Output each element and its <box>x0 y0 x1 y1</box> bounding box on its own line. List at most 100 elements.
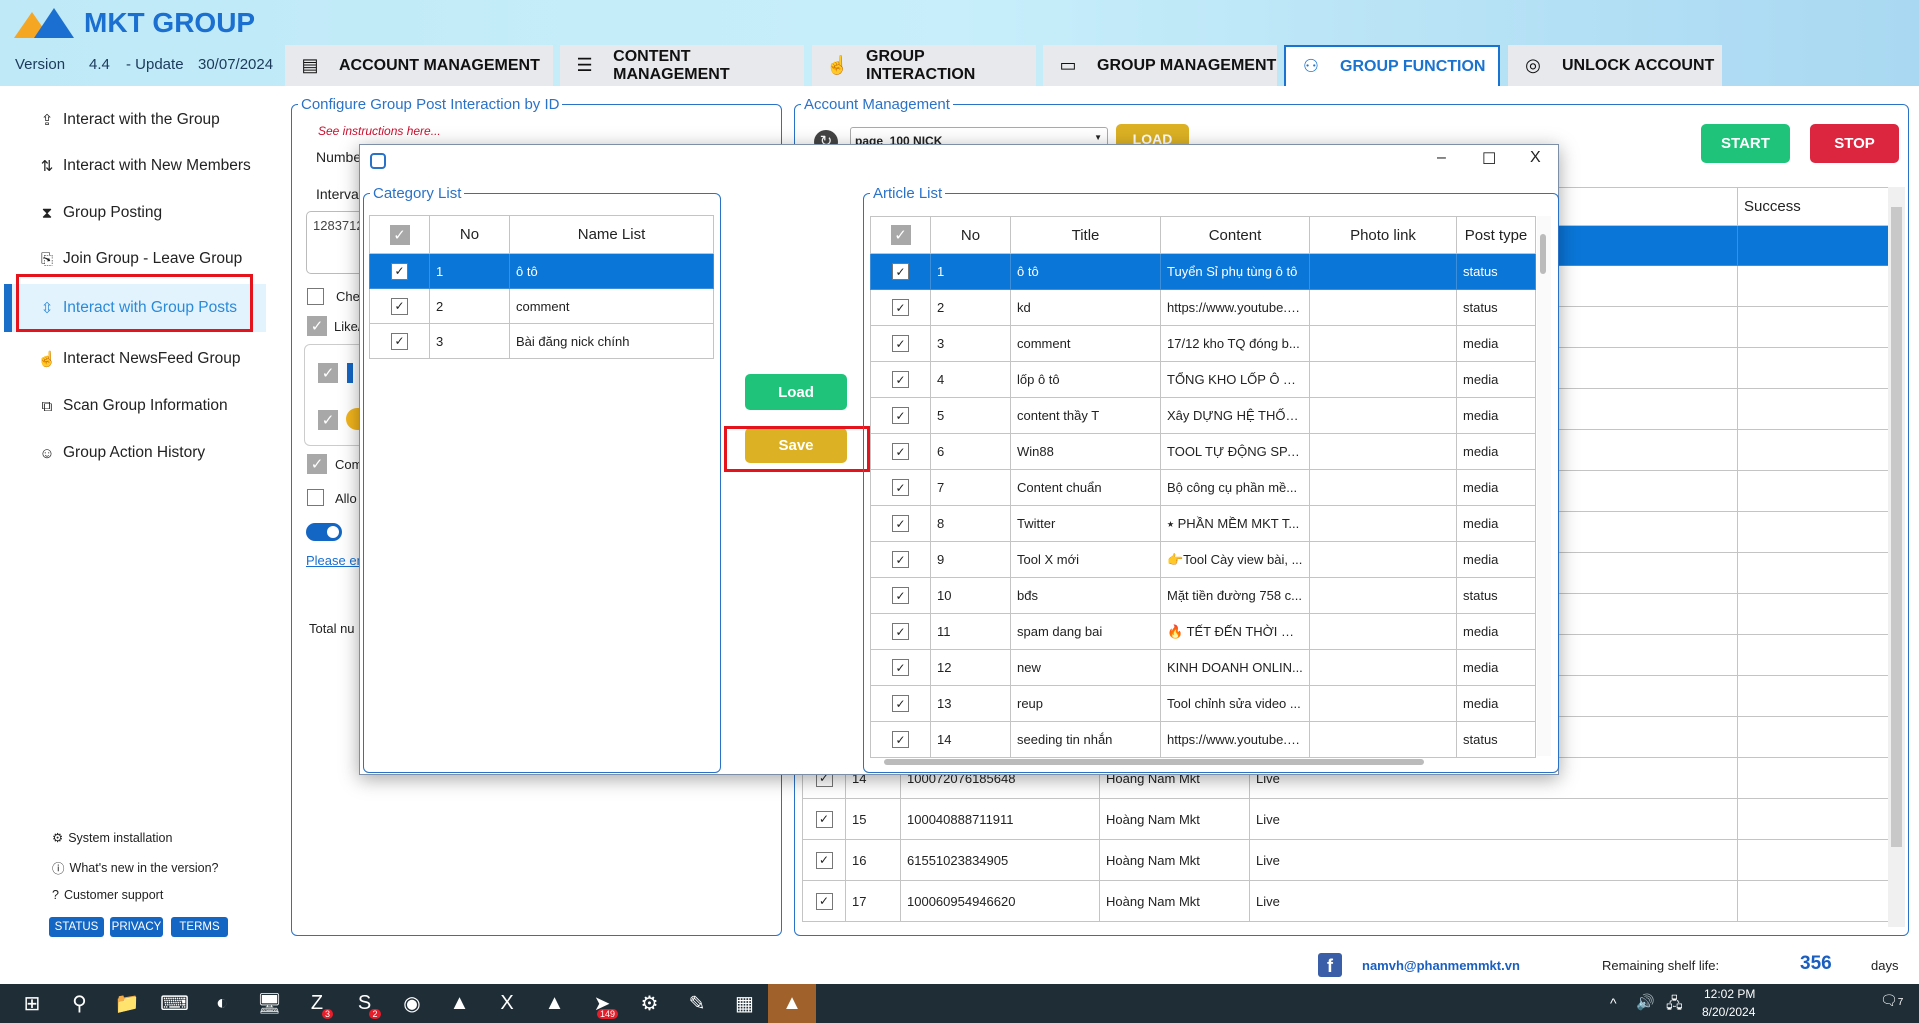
footer-email[interactable]: namvh@phanmemmkt.vn <box>1362 958 1520 973</box>
tab-content-management[interactable]: ☰ CONTENT MANAGEMENT <box>560 45 804 86</box>
row-checkbox-cell[interactable]: ✓ <box>870 721 931 758</box>
row-checkbox[interactable]: ✓ <box>892 479 909 496</box>
file-explorer-icon[interactable]: 📁 <box>103 984 151 1023</box>
row-checkbox[interactable]: ✓ <box>391 332 408 350</box>
row-checkbox-cell[interactable]: ✓ <box>870 325 931 362</box>
maximize-button[interactable]: ☐ <box>1482 149 1496 169</box>
article-row[interactable]: ✓ 13 reup Tool chỉnh sửa video ... media <box>870 685 1536 722</box>
sidebar-item-group-action-history[interactable]: ☺ Group Action History <box>37 438 205 468</box>
volume-icon[interactable]: 🔊 <box>1636 993 1655 1011</box>
tab-group-management[interactable]: ▭ GROUP MANAGEMENT <box>1043 45 1277 86</box>
row-checkbox-cell[interactable]: ✓ <box>369 323 430 359</box>
sidebar-link-what-s-new-in-the-version-[interactable]: ⓘ What's new in the version? <box>52 858 219 877</box>
row-checkbox-cell[interactable]: ✓ <box>870 685 931 722</box>
article-row[interactable]: ✓ 1 ô tô Tuyển Sỉ phụ tùng ô tô status <box>870 253 1536 290</box>
keyboard-app-icon[interactable]: ⌨ <box>151 984 199 1023</box>
article-horizontal-scrollbar[interactable] <box>870 755 1535 769</box>
row-checkbox-cell[interactable]: ✓ <box>870 541 931 578</box>
notifications-icon[interactable]: 🗨7 <box>1880 992 1903 1009</box>
row-checkbox-cell[interactable]: ✓ <box>870 397 931 434</box>
row-checkbox[interactable]: ✓ <box>892 371 909 388</box>
reaction-like-checkbox[interactable]: ✓ <box>318 363 338 383</box>
row-checkbox-cell[interactable]: ✓ <box>870 253 931 290</box>
article-row[interactable]: ✓ 6 Win88 TOOL TỰ ĐỘNG SPA... media <box>870 433 1536 470</box>
row-checkbox-cell[interactable]: ✓ <box>870 649 931 686</box>
coccoc-browser-icon[interactable]: ◐ <box>198 984 246 1023</box>
table-row[interactable]: ✓ 17 100060954946620 Hoàng Nam Mkt Live <box>802 880 1889 922</box>
row-checkbox-cell[interactable]: ✓ <box>369 288 430 324</box>
status-button[interactable]: STATUS <box>49 917 104 937</box>
row-checkbox[interactable]: ✓ <box>892 299 909 316</box>
telegram-icon[interactable]: ➤ 149 <box>578 984 626 1023</box>
category-row[interactable]: ✓ 1 ô tô <box>369 253 714 289</box>
account-table-scrollbar[interactable] <box>1888 187 1905 927</box>
article-row[interactable]: ✓ 14 seeding tin nhắn https://www.youtube.c… <box>870 721 1536 758</box>
article-vertical-scrollbar[interactable] <box>1537 216 1551 756</box>
article-row[interactable]: ✓ 9 Tool X mới 👉Tool Cày view bài, ... media <box>870 541 1536 578</box>
row-checkbox-cell[interactable]: ✓ <box>870 613 931 650</box>
calculator-icon[interactable]: ▦ <box>721 984 769 1023</box>
clock-date[interactable]: 8/20/2024 <box>1702 1005 1755 1019</box>
row-checkbox[interactable]: ✓ <box>391 297 408 315</box>
row-checkbox-cell[interactable]: ✓ <box>870 469 931 506</box>
row-checkbox[interactable]: ✓ <box>892 695 909 712</box>
row-checkbox-cell[interactable]: ✓ <box>870 505 931 542</box>
row-checkbox-cell[interactable]: ✓ <box>870 361 931 398</box>
comment-checkbox[interactable]: ✓ <box>307 454 327 474</box>
row-checkbox[interactable]: ✓ <box>892 551 909 568</box>
reaction-haha-checkbox[interactable]: ✓ <box>318 410 338 430</box>
row-checkbox[interactable]: ✓ <box>892 659 909 676</box>
article-row[interactable]: ✓ 10 bđs Mặt tiền đường 758 c... status <box>870 577 1536 614</box>
row-checkbox-cell[interactable]: ✓ <box>870 216 931 254</box>
article-row[interactable]: ✓ 12 new KINH DOANH ONLIN... media <box>870 649 1536 686</box>
row-checkbox[interactable]: ✓ <box>815 892 833 910</box>
row-checkbox-cell[interactable]: ✓ <box>802 839 846 881</box>
mkt-page-icon[interactable]: ▲ <box>531 984 579 1023</box>
settings-icon[interactable]: ⚙ <box>626 984 674 1023</box>
privacy-button[interactable]: PRIVACY <box>110 917 163 937</box>
tray-chevron-icon[interactable]: ^ <box>1610 995 1617 1011</box>
sidebar-link-customer-support[interactable]: ? Customer support <box>52 888 163 902</box>
network-icon[interactable]: 🖧 <box>1666 993 1683 1018</box>
row-checkbox-cell[interactable]: ✓ <box>802 880 846 922</box>
row-checkbox[interactable]: ✓ <box>892 443 909 460</box>
search-icon[interactable]: ⚲ <box>56 984 104 1023</box>
mkt-care-icon[interactable]: ▲ <box>436 984 484 1023</box>
row-checkbox[interactable]: ✓ <box>892 407 909 424</box>
row-checkbox-cell[interactable]: ✓ <box>870 577 931 614</box>
tab-group-function[interactable]: ⚇ GROUP FUNCTION <box>1284 45 1500 86</box>
sidebar-item-scan-group-information[interactable]: ⧉ Scan Group Information <box>37 391 228 421</box>
row-checkbox-cell[interactable]: ✓ <box>870 433 931 470</box>
row-checkbox[interactable]: ✓ <box>815 851 833 869</box>
category-row[interactable]: ✓ 2 comment <box>369 288 714 324</box>
article-row[interactable]: ✓ 8 Twitter ⭑ PHẦN MỀM MKT T... media <box>870 505 1536 542</box>
mkt-group-icon[interactable]: ▲ <box>768 984 816 1023</box>
row-checkbox-cell[interactable]: ✓ <box>369 215 430 254</box>
remote-desktop-icon[interactable]: 🖥 <box>246 984 294 1023</box>
article-row[interactable]: ✓ 2 kd https://www.youtube.c... status <box>870 289 1536 326</box>
excel-icon[interactable]: X <box>483 984 531 1023</box>
row-checkbox[interactable]: ✓ <box>892 623 909 640</box>
table-row[interactable]: ✓ 16 61551023834905 Hoàng Nam Mkt Live <box>802 839 1889 881</box>
row-checkbox-cell[interactable]: ✓ <box>802 798 846 840</box>
zalo-icon[interactable]: Z3 <box>293 984 341 1023</box>
sidebar-item-group-posting[interactable]: ⧗ Group Posting <box>37 198 162 228</box>
close-button[interactable]: X <box>1530 149 1541 167</box>
article-row[interactable]: ✓ 5 content thầy T Xây DỰNG HỆ THỐN... media <box>870 397 1536 434</box>
allow-checkbox[interactable] <box>307 489 324 506</box>
row-checkbox[interactable]: ✓ <box>815 810 833 828</box>
notepad-icon[interactable]: ✎ <box>673 984 721 1023</box>
please-enter-link[interactable]: Please en <box>306 553 364 568</box>
toggle-switch[interactable] <box>306 523 342 541</box>
sidebar-item-join-group-leave-group[interactable]: ⎘ Join Group - Leave Group <box>37 244 242 274</box>
skype-icon[interactable]: S2 <box>341 984 389 1023</box>
row-checkbox[interactable]: ✓ <box>892 731 909 748</box>
sidebar-item-interact-newsfeed-group[interactable]: ☝ Interact NewsFeed Group <box>37 344 241 374</box>
select-all-checkbox[interactable]: ✓ <box>389 224 410 245</box>
article-row[interactable]: ✓ 11 spam dang bai 🔥 TẾT ĐẾN THỜI GIA... med… <box>870 613 1536 650</box>
tab-account-management[interactable]: ▤ ACCOUNT MANAGEMENT <box>285 45 553 86</box>
clock-time[interactable]: 12:02 PM <box>1704 987 1755 1001</box>
article-row[interactable]: ✓ 4 lốp ô tô TỔNG KHO LỐP Ô TÔ... media <box>870 361 1536 398</box>
table-row[interactable]: ✓ 15 100040888711911 Hoàng Nam Mkt Live <box>802 798 1889 840</box>
category-row[interactable]: ✓ 3 Bài đăng nick chính <box>369 323 714 359</box>
